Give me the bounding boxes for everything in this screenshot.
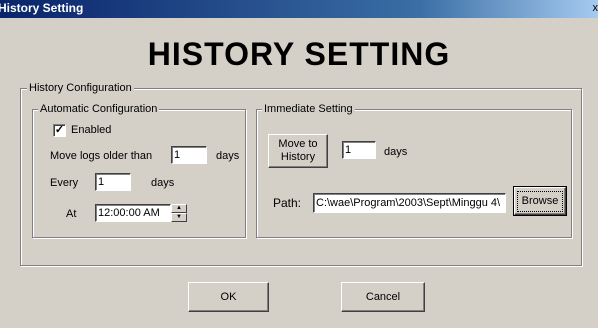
immediate-setting-group: Immediate Setting [256, 103, 572, 238]
path-input[interactable]: C:\wae\Program\2003\Sept\Minggu 4\ [313, 193, 506, 213]
move-logs-label: Move logs older than [50, 150, 153, 162]
every-days-input[interactable]: 1 [95, 173, 131, 191]
immediate-days-unit: days [384, 146, 408, 158]
ok-button[interactable]: OK [188, 282, 269, 312]
title-bar[interactable]: History Setting x [0, 0, 598, 18]
move-to-history-line1: Move to [278, 138, 318, 150]
page-heading: HISTORY SETTING [147, 36, 451, 72]
move-logs-days-input[interactable]: 1 [171, 146, 207, 164]
every-days-unit: days [151, 177, 175, 189]
check-mark-icon: ✓ [54, 124, 65, 136]
enabled-checkbox[interactable]: ✓ [53, 124, 66, 137]
history-configuration-legend: History Configuration [27, 82, 134, 94]
time-spinner[interactable]: ▲ ▼ [171, 204, 187, 222]
spin-down-icon[interactable]: ▼ [171, 213, 187, 222]
at-time-input[interactable]: 12:00:00 AM [95, 204, 171, 222]
window-title: History Setting [0, 1, 84, 15]
immediate-setting-legend: Immediate Setting [262, 103, 355, 115]
close-icon[interactable]: x [593, 2, 598, 14]
immediate-days-input[interactable]: 1 [342, 141, 376, 159]
enabled-label[interactable]: Enabled [71, 124, 111, 136]
move-to-history-button[interactable]: Move to History [268, 134, 328, 168]
path-label: Path: [273, 196, 302, 210]
every-label: Every [50, 177, 79, 189]
browse-button[interactable]: Browse [513, 186, 567, 216]
spin-up-icon[interactable]: ▲ [171, 204, 187, 213]
move-logs-days-unit: days [216, 150, 240, 162]
cancel-button[interactable]: Cancel [341, 282, 425, 312]
automatic-configuration-legend: Automatic Configuration [38, 103, 160, 115]
browse-label: Browse [516, 190, 564, 212]
at-label: At [66, 208, 77, 220]
move-to-history-line2: History [280, 151, 316, 163]
